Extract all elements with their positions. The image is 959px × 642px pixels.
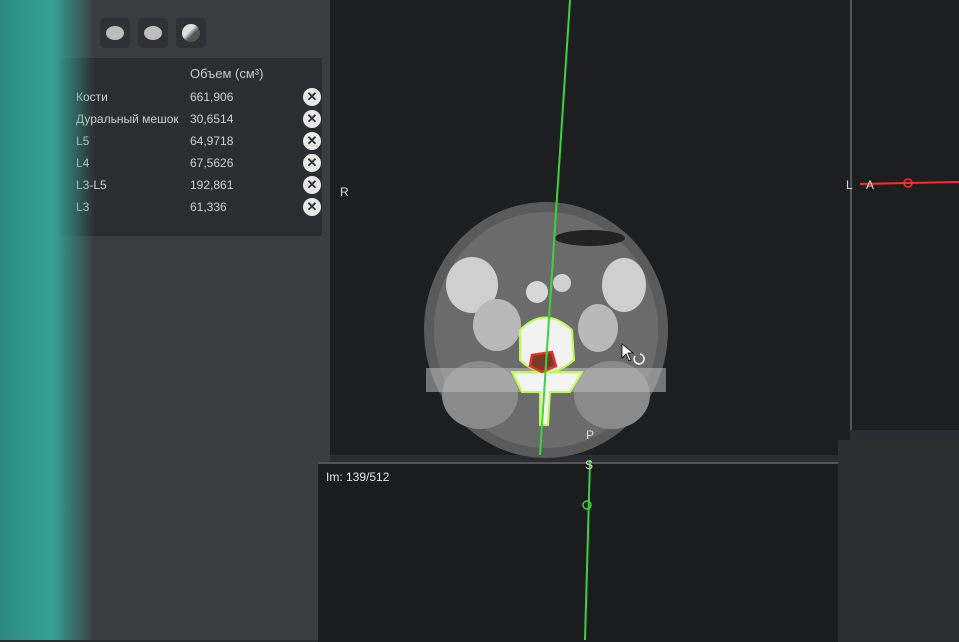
orientation-left: L — [846, 178, 853, 192]
right-kidney — [602, 258, 646, 312]
slice-counter: Im: 139/512 — [326, 470, 390, 484]
rotate-cursor-icon — [620, 342, 646, 373]
orientation-anterior: A — [866, 178, 875, 192]
coronal-crosshair — [584, 459, 591, 640]
ct-scan-overlay — [424, 0, 959, 640]
orientation-posterior: P — [586, 428, 595, 442]
orientation-right: R — [340, 185, 349, 199]
orientation-superior: S — [585, 458, 594, 472]
red-crosshair — [859, 181, 959, 185]
dural-sac-segmentation — [528, 350, 558, 374]
